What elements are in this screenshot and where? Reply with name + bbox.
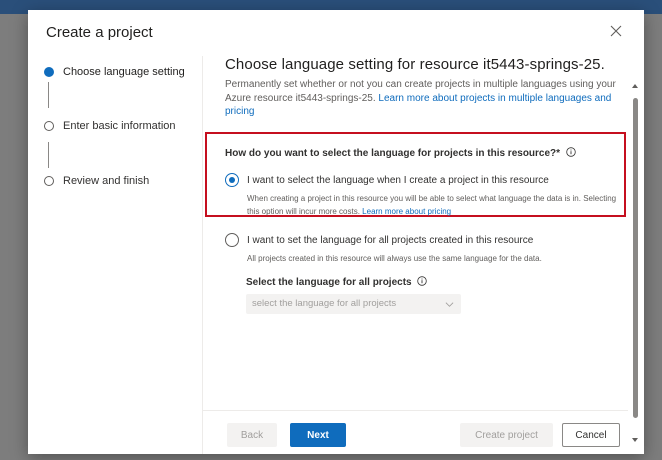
scroll-up-arrow-icon[interactable] bbox=[632, 84, 638, 88]
radio-set-for-all[interactable] bbox=[225, 233, 239, 247]
close-icon bbox=[610, 25, 622, 37]
close-button[interactable] bbox=[610, 24, 626, 40]
create-project-dialog: Create a project Choose language setting… bbox=[28, 10, 644, 454]
learn-more-pricing-link[interactable]: Learn more about pricing bbox=[362, 207, 451, 216]
step-connector bbox=[48, 142, 49, 168]
section-description: Permanently set whether or not you can c… bbox=[225, 78, 625, 119]
language-question: How do you want to select the language f… bbox=[225, 147, 576, 159]
question-text: How do you want to select the language f… bbox=[225, 148, 561, 159]
dialog-title: Create a project bbox=[46, 24, 153, 41]
step-active-dot-icon bbox=[44, 67, 54, 77]
step-choose-language[interactable]: Choose language setting bbox=[44, 66, 185, 78]
select-label-text: Select the language for all projects bbox=[246, 277, 412, 288]
back-button[interactable]: Back bbox=[227, 423, 277, 447]
step-inactive-dot-icon bbox=[44, 121, 54, 131]
step-label: Enter basic information bbox=[63, 120, 176, 132]
cancel-button[interactable]: Cancel bbox=[562, 423, 620, 447]
step-label: Choose language setting bbox=[63, 66, 185, 78]
content-pane: Choose language setting for resource it5… bbox=[203, 56, 644, 410]
create-project-button[interactable]: Create project bbox=[460, 423, 553, 447]
step-connector bbox=[48, 82, 49, 108]
info-icon[interactable] bbox=[417, 276, 428, 286]
option-label: I want to set the language for all proje… bbox=[247, 235, 534, 246]
chevron-down-icon bbox=[445, 302, 454, 307]
step-label: Review and finish bbox=[63, 175, 150, 187]
option-description: All projects created in this resource wi… bbox=[247, 254, 542, 263]
section-title: Choose language setting for resource it5… bbox=[225, 56, 605, 73]
next-button[interactable]: Next bbox=[290, 423, 346, 447]
option-description: When creating a project in this resource… bbox=[247, 192, 617, 218]
dialog-header: Create a project bbox=[28, 10, 644, 56]
content-scrollbar[interactable] bbox=[628, 58, 642, 450]
step-review-finish[interactable]: Review and finish bbox=[44, 175, 149, 187]
scroll-thumb[interactable] bbox=[633, 98, 638, 418]
step-enter-basic-info[interactable]: Enter basic information bbox=[44, 120, 176, 132]
info-icon[interactable] bbox=[566, 147, 576, 157]
language-dropdown[interactable]: select the language for all projects bbox=[246, 294, 461, 314]
dropdown-placeholder: select the language for all projects bbox=[252, 298, 397, 309]
radio-select-per-project[interactable] bbox=[225, 173, 239, 187]
language-select-label: Select the language for all projects bbox=[246, 276, 428, 288]
step-inactive-dot-icon bbox=[44, 176, 54, 186]
option-label: I want to select the language when I cre… bbox=[247, 175, 549, 186]
steps-sidebar: Choose language setting Enter basic info… bbox=[28, 56, 203, 454]
scroll-down-arrow-icon[interactable] bbox=[632, 438, 638, 442]
dialog-footer: Back Next Create project Cancel bbox=[203, 410, 628, 454]
